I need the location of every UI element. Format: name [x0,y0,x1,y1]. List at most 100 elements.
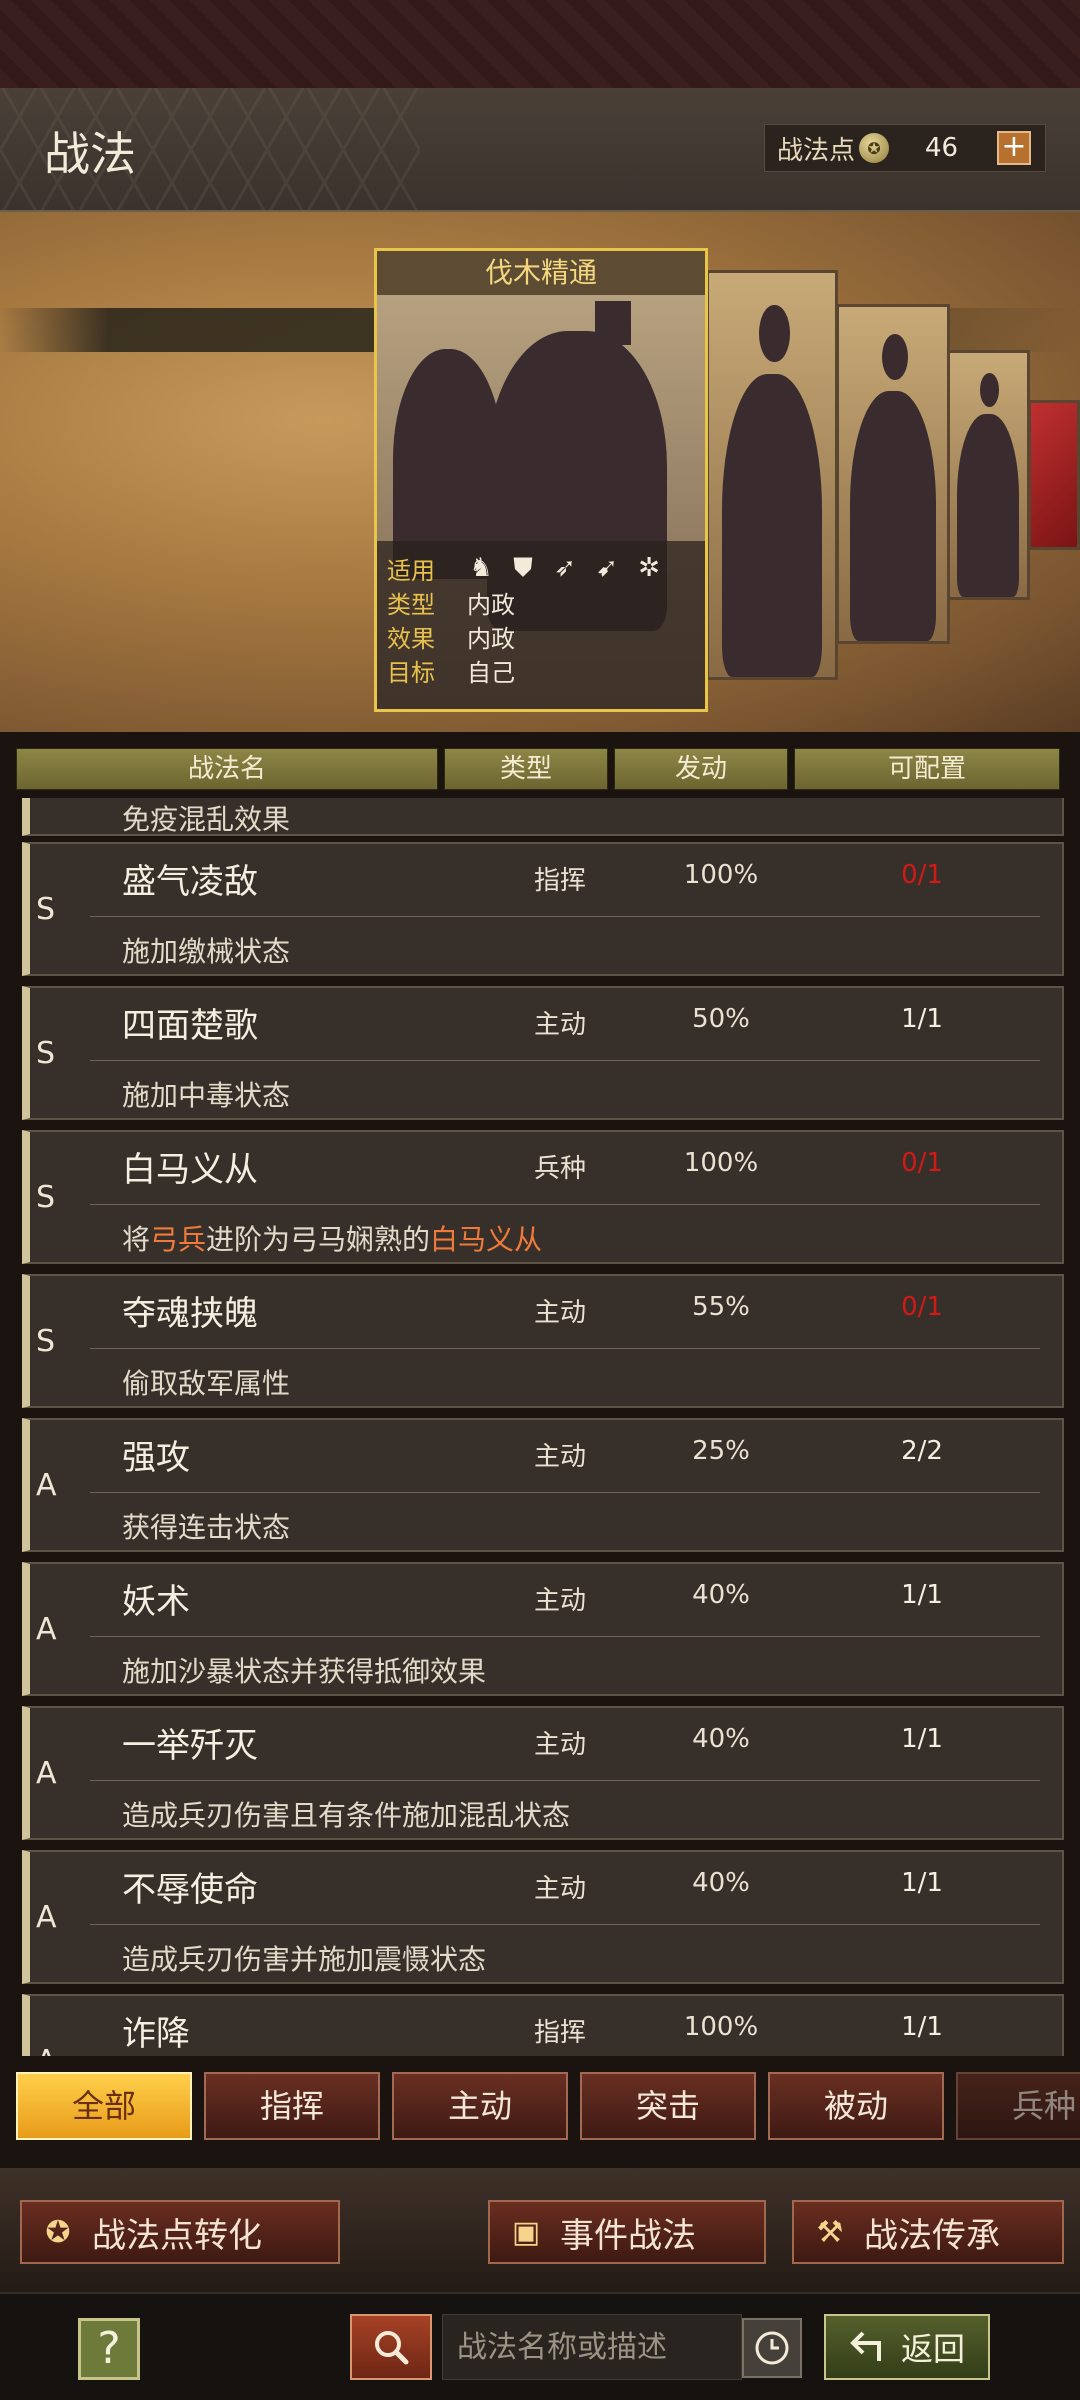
event-tactics-button[interactable]: ▣ 事件战法 [488,2200,766,2264]
card-info: 适用 ♞ ⛊ ➶ ➹ ✲ 类型 内政 效果 内政 目标 自己 [377,541,705,709]
event-label: 事件战法 [560,2215,696,2256]
points-label: 战法点 [777,135,856,166]
shield-icon: ⛊ [513,553,533,583]
tactic-type: 指挥 [533,866,586,896]
tactic-rate: 40% [692,1868,750,1898]
tactic-type: 主动 [533,1010,586,1040]
tactic-type: 主动 [533,1442,586,1472]
tactic-type: 主动 [533,1298,586,1328]
tactic-rate: 100% [683,1148,759,1178]
tactic-slots: 1/1 [901,1004,943,1034]
tab-active[interactable]: 主动 [392,2072,568,2140]
tactic-points-box: 战法点 ✪ 46 + [764,124,1046,172]
cavalry-icon: ♞ [469,553,493,583]
tab-assault[interactable]: 突击 [580,2072,756,2140]
column-rate[interactable]: 发动 [614,748,788,790]
wheel-icon: ✲ [638,553,660,583]
troop-icons: ♞ ⛊ ➶ ➹ ✲ [467,554,663,582]
hammer-icon: ⚒ [816,2214,844,2250]
tactic-name: 四面楚歌 [122,1006,258,1046]
spear-icon: ➹ [596,553,618,583]
selected-tactic-card[interactable]: 伐木精通 适用 ♞ ⛊ ➶ ➹ ✲ 类型 内政 效果 内政 目标 自己 [374,248,708,712]
card-title: 伐木精通 [377,251,705,295]
coin-icon: ✪ [859,133,890,163]
history-button[interactable] [742,2318,802,2378]
tactic-card-thumb[interactable] [1028,400,1080,550]
tactic-desc: 将弓兵进阶为弓马娴熟的白马义从 [122,1218,542,1258]
search-input[interactable] [442,2314,742,2380]
list-item[interactable]: A 强攻 主动 25% 2/2 获得连击状态 [22,1418,1064,1552]
tactic-desc: 施加沙暴状态并获得抵御效果 [122,1655,487,1688]
tab-all[interactable]: 全部 [16,2072,192,2140]
list-item[interactable]: S 夺魂挟魄 主动 55% 0/1 偷取敌军属性 [22,1274,1064,1408]
tactic-list[interactable]: 免疫混乱效果 S 盛气凌敌 指挥 100% 0/1 施加缴械状态 S 四面楚歌 … [0,798,1080,2056]
list-item[interactable]: A 一举歼灭 主动 40% 1/1 造成兵刃伤害且有条件施加混乱状态 [22,1706,1064,1840]
tactic-card-thumb[interactable] [836,304,950,644]
tactic-grade: S [36,1180,56,1215]
tactic-name: 盛气凌敌 [122,862,258,902]
desc-highlight: 弓兵 [150,1223,207,1256]
list-item[interactable]: S 白马义从 兵种 100% 0/1 将弓兵进阶为弓马娴熟的白马义从 [22,1130,1064,1264]
info-key: 类型 [387,590,435,619]
scroll-icon: ▣ [511,2214,541,2250]
column-name[interactable]: 战法名 [16,748,438,790]
list-item[interactable]: 免疫混乱效果 [22,798,1064,836]
tab-command[interactable]: 指挥 [204,2072,380,2140]
top-decor-band [0,0,1080,88]
tactic-slots: 1/1 [901,1724,943,1754]
desc-text: 进阶为弓马娴熟的 [206,1223,431,1256]
header: 战法 战法点 ✪ 46 + [0,88,1080,212]
info-key: 适用 [387,556,435,585]
tactic-name: 不辱使命 [122,1870,258,1910]
tactic-desc: 造成兵刃伤害并施加震慑状态 [122,1943,487,1976]
inherit-tactics-button[interactable]: ⚒ 战法传承 [792,2200,1064,2264]
tactic-desc: 施加缴械状态 [122,935,291,968]
add-points-button[interactable]: + [997,131,1031,165]
tab-passive[interactable]: 被动 [768,2072,944,2140]
list-item[interactable]: S 四面楚歌 主动 50% 1/1 施加中毒状态 [22,986,1064,1120]
tactic-slots: 0/1 [901,1148,943,1178]
tactic-grade: A [36,1756,57,1791]
action-bar: ✪ 战法点转化 ▣ 事件战法 ⚒ 战法传承 [0,2168,1080,2292]
column-type[interactable]: 类型 [444,748,608,790]
search-button[interactable] [350,2314,432,2380]
tactic-rate: 55% [692,1292,750,1322]
list-item[interactable]: A 诈降 指挥 100% 1/1 [22,1994,1064,2056]
inherit-label: 战法传承 [864,2215,1000,2256]
help-button[interactable]: ? [78,2318,140,2380]
info-value: 内政 [467,624,515,653]
search-icon [375,2331,409,2365]
tactic-slots: 0/1 [901,1292,943,1322]
tactic-type: 兵种 [533,1154,586,1184]
tactic-grade: A [36,1900,57,1935]
back-button[interactable]: 返回 [824,2314,990,2380]
column-slots[interactable]: 可配置 [794,748,1060,790]
list-item[interactable]: A 妖术 主动 40% 1/1 施加沙暴状态并获得抵御效果 [22,1562,1064,1696]
tactic-grade: S [36,892,56,927]
tactic-type: 指挥 [533,2018,586,2048]
tactic-name: 夺魂挟魄 [122,1294,258,1334]
info-row-applicable: 适用 ♞ ⛊ ➶ ➹ ✲ [387,551,695,585]
tactic-desc: 免疫混乱效果 [122,803,291,836]
filter-tabs: 全部 指挥 主动 突击 被动 兵种 [16,2072,1080,2144]
info-row-effect: 效果 内政 [387,619,695,653]
tactic-slots: 1/1 [901,1580,943,1610]
tactic-slots: 1/1 [901,2012,943,2042]
tactic-grade: A [36,1612,57,1647]
list-item[interactable]: S 盛气凌敌 指挥 100% 0/1 施加缴械状态 [22,842,1064,976]
info-value: 内政 [467,590,515,619]
page-title: 战法 [44,127,136,181]
tactic-desc: 偷取敌军属性 [122,1367,291,1400]
tactic-card-thumb[interactable] [706,270,838,680]
tactic-desc: 造成兵刃伤害且有条件施加混乱状态 [122,1799,571,1832]
tactic-type: 主动 [533,1730,586,1760]
convert-points-button[interactable]: ✪ 战法点转化 [20,2200,340,2264]
tactic-card-thumb[interactable] [946,350,1030,600]
tactic-name: 妖术 [122,1582,190,1622]
tactic-type: 主动 [533,1586,586,1616]
list-item[interactable]: A 不辱使命 主动 40% 1/1 造成兵刃伤害并施加震慑状态 [22,1850,1064,1984]
tab-troop[interactable]: 兵种 [956,2072,1080,2140]
info-row-type: 类型 内政 [387,585,695,619]
tactic-slots: 0/1 [901,860,943,890]
tactic-slots: 1/1 [901,1868,943,1898]
